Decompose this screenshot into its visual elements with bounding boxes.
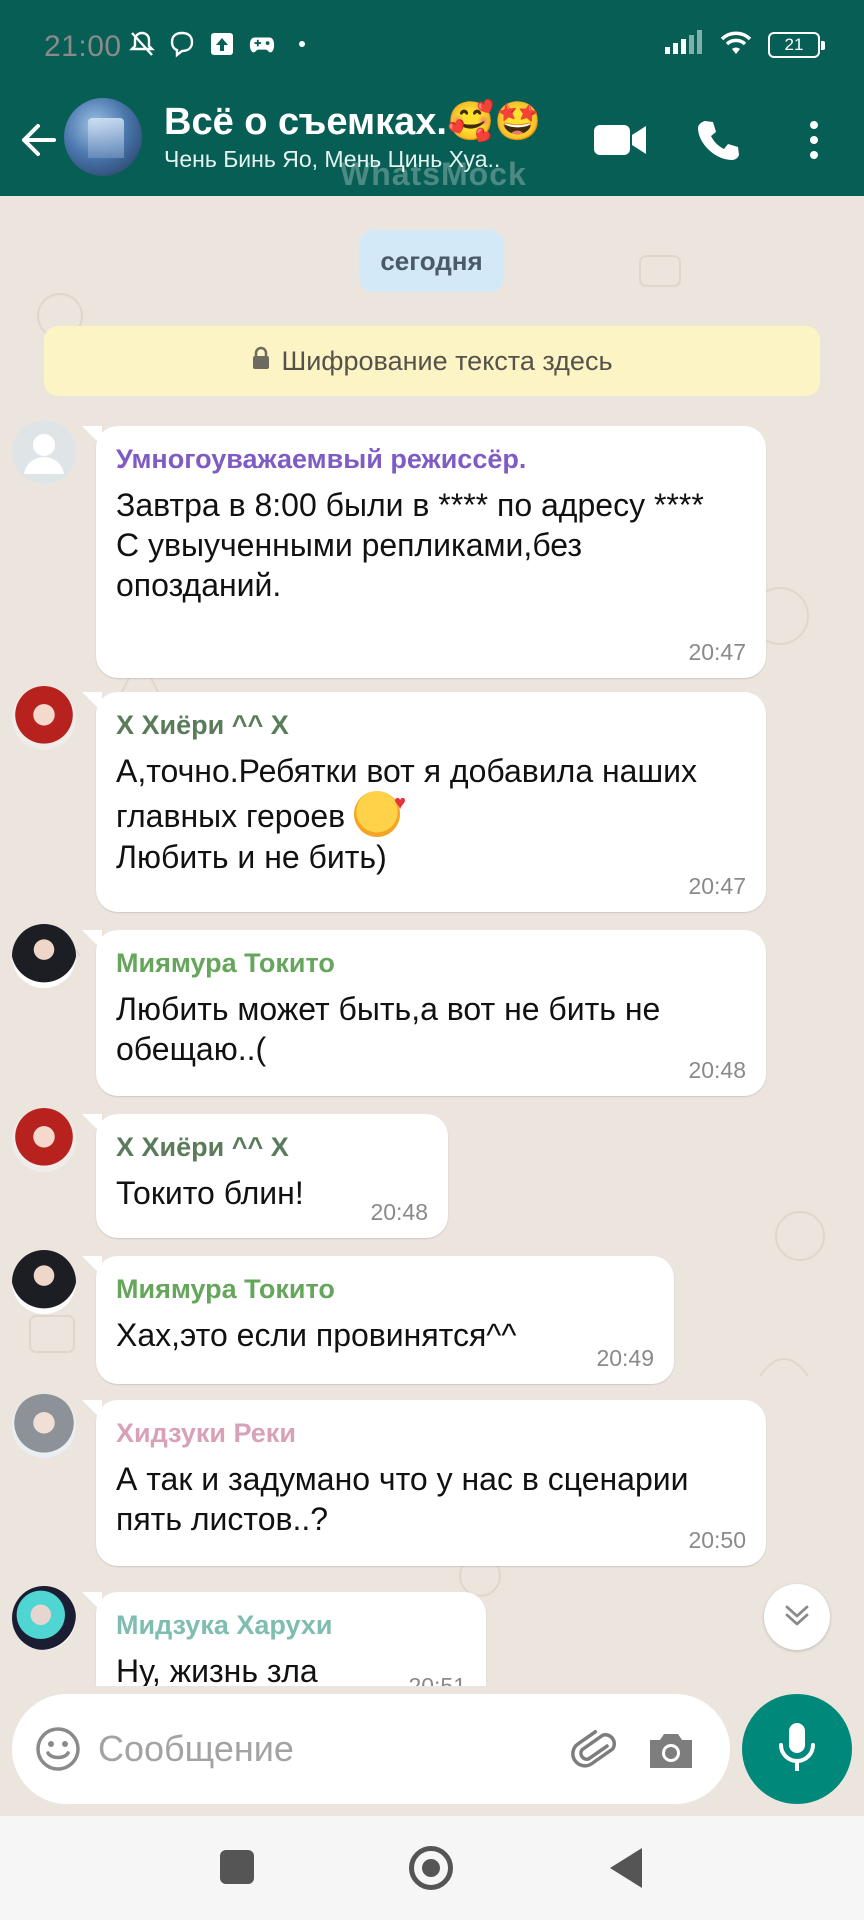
message-bubble[interactable]: Миямура Токито Любить может быть,а вот н… [82, 930, 766, 1096]
avatar[interactable] [12, 1394, 76, 1458]
signal-icon [664, 29, 704, 60]
chat-area[interactable]: сегодня Шифрование текста здесь Умногоув… [0, 196, 864, 1686]
message-text: Хах,это если провинятся^^ [116, 1317, 517, 1353]
message-time: 20:47 [688, 639, 746, 665]
avatar[interactable] [12, 1250, 76, 1314]
bubble-tail [82, 1114, 102, 1134]
bubble-tail [82, 1400, 102, 1420]
date-separator: сегодня [359, 230, 504, 292]
double-chevron-down-icon [782, 1600, 812, 1635]
chat-header: Всё о съемках.🥰🤩 Чень Бинь Яо, Мень Цинь… [0, 98, 864, 196]
more-options-icon[interactable] [784, 110, 844, 170]
upload-icon [208, 30, 236, 58]
battery-level: 21 [784, 34, 804, 54]
message-time: 20:48 [370, 1199, 428, 1225]
message-text: Завтра в 8:00 были в **** по адресу ****… [116, 487, 704, 603]
message-sender[interactable]: Х Хиёри ^^ Х [116, 710, 746, 741]
emoji-icon[interactable] [34, 1725, 82, 1773]
message-sender[interactable]: Миямура Токито [116, 948, 746, 979]
message-sender[interactable]: Миямура Токито [116, 1274, 654, 1305]
message-bubble[interactable]: Х Хиёри ^^ Х Токито блин! 20:48 [82, 1114, 448, 1238]
message-bubble[interactable]: Х Хиёри ^^ Х А,точно.Ребятки вот я добав… [82, 692, 766, 912]
message-time: 20:50 [688, 1527, 746, 1553]
message-sender[interactable]: Мидзука Харухи [116, 1610, 466, 1641]
avatar[interactable] [12, 924, 76, 988]
message-text-part: Любить и не бить) [116, 839, 387, 875]
status-bar: 21:00 21 [0, 0, 864, 98]
message-input[interactable] [98, 1720, 568, 1778]
mute-icon [128, 30, 156, 58]
system-back-button[interactable] [610, 1848, 642, 1888]
dot-icon [288, 30, 316, 58]
voice-call-icon[interactable] [688, 110, 748, 170]
message-bubble[interactable]: Хидзуки Реки А так и задумано что у нас … [82, 1400, 766, 1566]
message-bubble[interactable]: Умногоуважаемвый режиссёр. Завтра в 8:00… [82, 426, 766, 678]
status-system-icons: 21 [664, 28, 825, 61]
message-bubble[interactable]: Мидзука Харухи Ну, жизнь зла 20:51 [82, 1592, 486, 1686]
viber-icon [168, 30, 196, 58]
avatar[interactable] [12, 1586, 76, 1650]
camera-icon[interactable] [644, 1724, 698, 1778]
message-time: 20:49 [596, 1345, 654, 1371]
message-sender[interactable]: Х Хиёри ^^ Х [116, 1132, 428, 1163]
bubble-tail [82, 426, 102, 446]
message-input-box[interactable] [12, 1694, 730, 1804]
avatar[interactable] [12, 420, 76, 484]
back-arrow-icon[interactable] [14, 116, 62, 164]
message-composer [0, 1686, 864, 1816]
attach-icon[interactable] [568, 1724, 622, 1778]
bubble-tail [82, 930, 102, 950]
watermark: WhatsMock [340, 156, 527, 192]
bubble-tail [82, 1592, 102, 1612]
encryption-notice[interactable]: Шифрование текста здесь [44, 326, 820, 396]
message-time: 20:47 [688, 873, 746, 899]
message-sender[interactable]: Хидзуки Реки [116, 1418, 746, 1449]
wifi-icon [718, 28, 754, 61]
bubble-tail [82, 1256, 102, 1276]
message-time: 20:51 [408, 1673, 466, 1686]
smiling-face-with-hearts-icon [354, 783, 406, 837]
lock-icon [251, 346, 271, 377]
avatar[interactable] [12, 686, 76, 750]
message-text-part: А,точно.Ребятки вот я добавила наших гла… [116, 753, 706, 834]
encryption-notice-text: Шифрование текста здесь [281, 345, 613, 376]
recent-apps-button[interactable] [220, 1850, 254, 1884]
battery-icon: 21 [768, 31, 825, 58]
home-button[interactable] [409, 1846, 453, 1890]
message-text: А так и задумано что у нас в сценарии пя… [116, 1461, 698, 1537]
gamepad-icon [248, 30, 276, 58]
message-time: 20:48 [688, 1057, 746, 1083]
scroll-to-bottom-button[interactable] [764, 1584, 830, 1650]
message-text: А,точно.Ребятки вот я добавила наших гла… [116, 751, 746, 877]
avatar[interactable] [12, 1108, 76, 1172]
voice-message-button[interactable] [742, 1694, 852, 1804]
bubble-tail [82, 692, 102, 712]
message-sender[interactable]: Умногоуважаемвый режиссёр. [116, 444, 746, 475]
system-navigation-bar [0, 1816, 864, 1920]
message-text: Любить может быть,а вот не бить не обеща… [116, 991, 670, 1067]
group-title[interactable]: Всё о съемках.🥰🤩 [164, 100, 542, 144]
app-header: 21:00 21 Всё о съемках.🥰🤩 Чень Бинь Яо, … [0, 0, 864, 196]
video-call-icon[interactable] [590, 110, 650, 170]
message-bubble[interactable]: Миямура Токито Хах,это если провинятся^^… [82, 1256, 674, 1384]
microphone-icon [777, 1721, 817, 1778]
group-avatar[interactable] [64, 98, 142, 176]
status-notification-icons [128, 30, 316, 58]
